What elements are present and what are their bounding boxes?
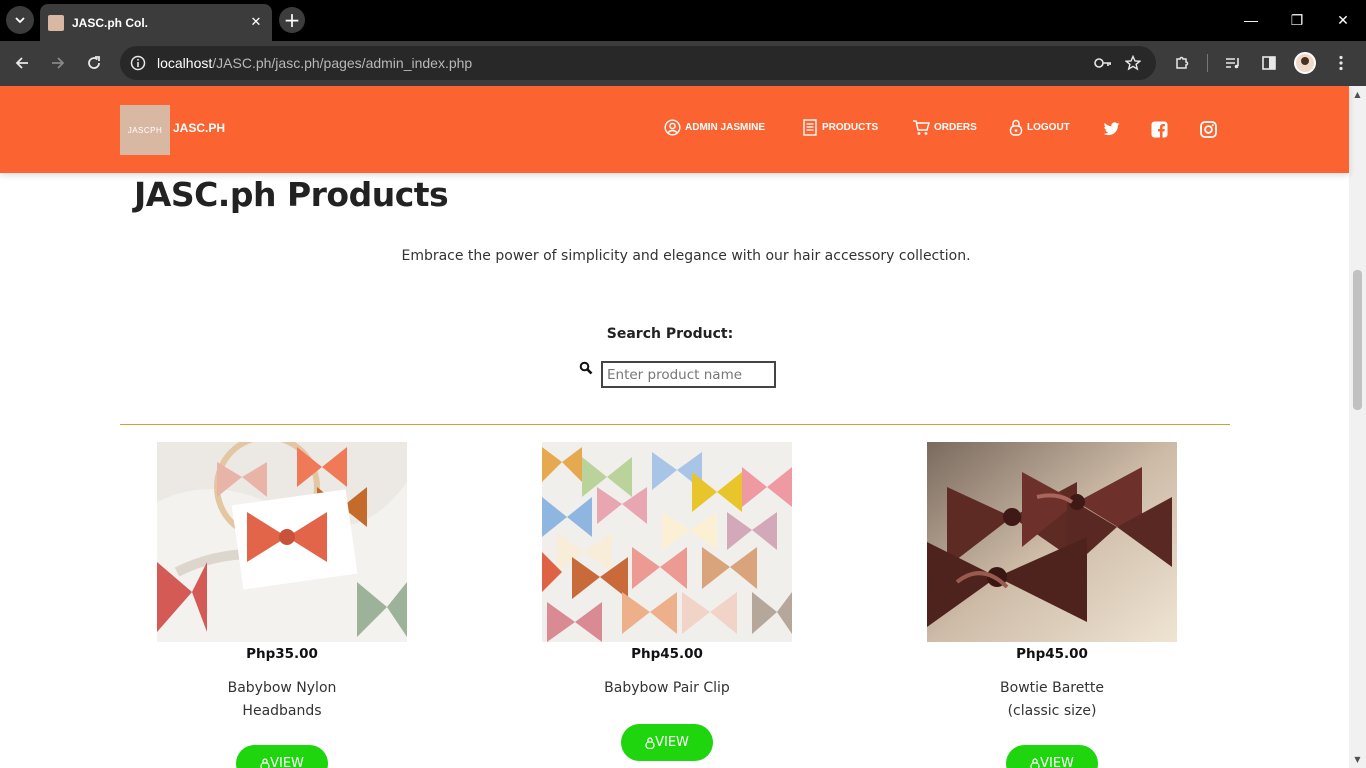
site-logo[interactable]: JASCPH	[120, 105, 170, 155]
product-card: Php45.00 Babybow Pair Clip VIEW	[542, 442, 792, 761]
product-name: Babybow Nylon Headbands	[157, 677, 407, 723]
product-image[interactable]	[542, 442, 792, 642]
twitter-icon[interactable]	[1101, 119, 1121, 139]
tab-title: JASC.ph Col.	[72, 15, 149, 30]
product-price: Php35.00	[246, 646, 318, 662]
search-label: Search Product:	[606, 326, 734, 342]
info-icon[interactable]	[130, 55, 146, 71]
more-menu-icon[interactable]	[1326, 48, 1356, 78]
side-panel-icon[interactable]	[1254, 48, 1284, 78]
scrollbar-thumb[interactable]	[1353, 270, 1362, 410]
chevron-down-icon	[15, 17, 25, 24]
product-name-line: (classic size)	[1007, 703, 1097, 719]
url-text: localhost/JASC.ph/jasc.ph/pages/admin_in…	[157, 55, 472, 71]
user-circle-icon	[664, 119, 681, 136]
search-input[interactable]	[601, 361, 776, 388]
bookmark-star-icon[interactable]	[1118, 48, 1148, 78]
view-button[interactable]: VIEW	[236, 745, 328, 768]
product-image[interactable]	[157, 442, 407, 642]
product-image[interactable]	[927, 442, 1177, 642]
new-tab-button[interactable]: +	[279, 7, 305, 33]
view-label: VIEW	[655, 735, 689, 750]
lock-icon	[645, 736, 655, 749]
product-price: Php45.00	[1016, 646, 1088, 662]
instagram-icon[interactable]	[1198, 119, 1218, 139]
tab-close-icon[interactable]: ✕	[246, 13, 266, 33]
page-title: JASC.ph Products	[134, 175, 449, 214]
nav-logout[interactable]: LOGOUT	[1009, 119, 1070, 136]
nav-label: LOGOUT	[1027, 122, 1070, 133]
product-name-line: Babybow Nylon	[227, 680, 337, 696]
arrow-right-icon	[52, 57, 65, 69]
browser-toolbar: localhost/JASC.ph/jasc.ph/pages/admin_in…	[0, 41, 1366, 86]
product-name-line: Babybow Pair Clip	[604, 680, 730, 696]
product-card: Php35.00 Babybow Nylon Headbands VIEW	[157, 442, 407, 768]
page-viewport: JASCPH JASC.PH ADMIN JASMINE PRODUCTS OR…	[0, 86, 1366, 768]
nav-products[interactable]: PRODUCTS	[802, 119, 878, 136]
url-host: localhost	[157, 55, 213, 71]
scroll-down-arrow-icon[interactable]: ▼	[1353, 755, 1362, 764]
lock-icon	[260, 757, 270, 768]
nav-label: ORDERS	[934, 122, 977, 133]
section-divider	[120, 424, 1230, 425]
product-card: Php45.00 Bowtie Barette (classic size) V…	[927, 442, 1177, 768]
url-path: /JASC.ph/jasc.ph/pages/admin_index.php	[212, 55, 473, 71]
toolbar-separator	[1207, 54, 1208, 72]
cart-icon	[913, 120, 930, 135]
view-button[interactable]: VIEW	[621, 724, 713, 761]
view-label: VIEW	[1040, 756, 1074, 768]
nav-label: ADMIN JASMINE	[685, 122, 766, 133]
search-icon	[579, 361, 593, 375]
product-name-line: Headbands	[242, 703, 322, 719]
favicon-icon	[48, 14, 64, 31]
nav-orders[interactable]: ORDERS	[912, 119, 977, 136]
view-button[interactable]: VIEW	[1006, 745, 1098, 768]
profile-avatar[interactable]	[1290, 48, 1320, 78]
nav-admin-jasmine[interactable]: ADMIN JASMINE	[664, 119, 765, 136]
scroll-up-arrow-icon[interactable]: ▲	[1353, 90, 1362, 99]
browser-tab-bar: JASC.ph Col. ✕ + — ❐ ✕	[0, 0, 1366, 41]
password-key-icon[interactable]	[1088, 48, 1118, 78]
media-queue-icon[interactable]	[1218, 48, 1248, 78]
page-scrollbar[interactable]: ▲ ▼	[1349, 86, 1366, 768]
forward-button[interactable]	[43, 48, 73, 78]
extensions-puzzle-icon[interactable]	[1167, 48, 1197, 78]
close-window-button[interactable]: ✕	[1320, 0, 1366, 40]
product-name: Bowtie Barette (classic size)	[927, 677, 1177, 723]
minimize-button[interactable]: —	[1228, 0, 1274, 40]
arrow-left-icon	[15, 57, 28, 69]
brand-name[interactable]: JASC.PH	[173, 121, 225, 135]
back-button[interactable]	[7, 48, 37, 78]
product-price: Php45.00	[631, 646, 703, 662]
logo-text: JASCPH	[127, 125, 163, 135]
address-bar[interactable]: localhost/JASC.ph/jasc.ph/pages/admin_in…	[120, 46, 1156, 80]
lock-icon	[1030, 757, 1040, 768]
document-icon	[803, 119, 817, 136]
tab-search-button[interactable]	[6, 6, 34, 34]
product-name-line: Bowtie Barette	[1000, 680, 1104, 696]
nav-label: PRODUCTS	[822, 122, 879, 133]
lock-icon	[1009, 119, 1023, 136]
view-label: VIEW	[270, 756, 304, 768]
browser-tab[interactable]: JASC.ph Col. ✕	[40, 4, 272, 41]
facebook-icon[interactable]	[1149, 119, 1169, 139]
reload-icon	[88, 56, 100, 69]
page-tagline: Embrace the power of simplicity and eleg…	[401, 248, 971, 264]
restore-button[interactable]: ❐	[1274, 0, 1320, 40]
product-name: Babybow Pair Clip	[542, 677, 792, 700]
site-header: JASCPH JASC.PH ADMIN JASMINE PRODUCTS OR…	[0, 86, 1349, 173]
reload-button[interactable]	[79, 48, 109, 78]
